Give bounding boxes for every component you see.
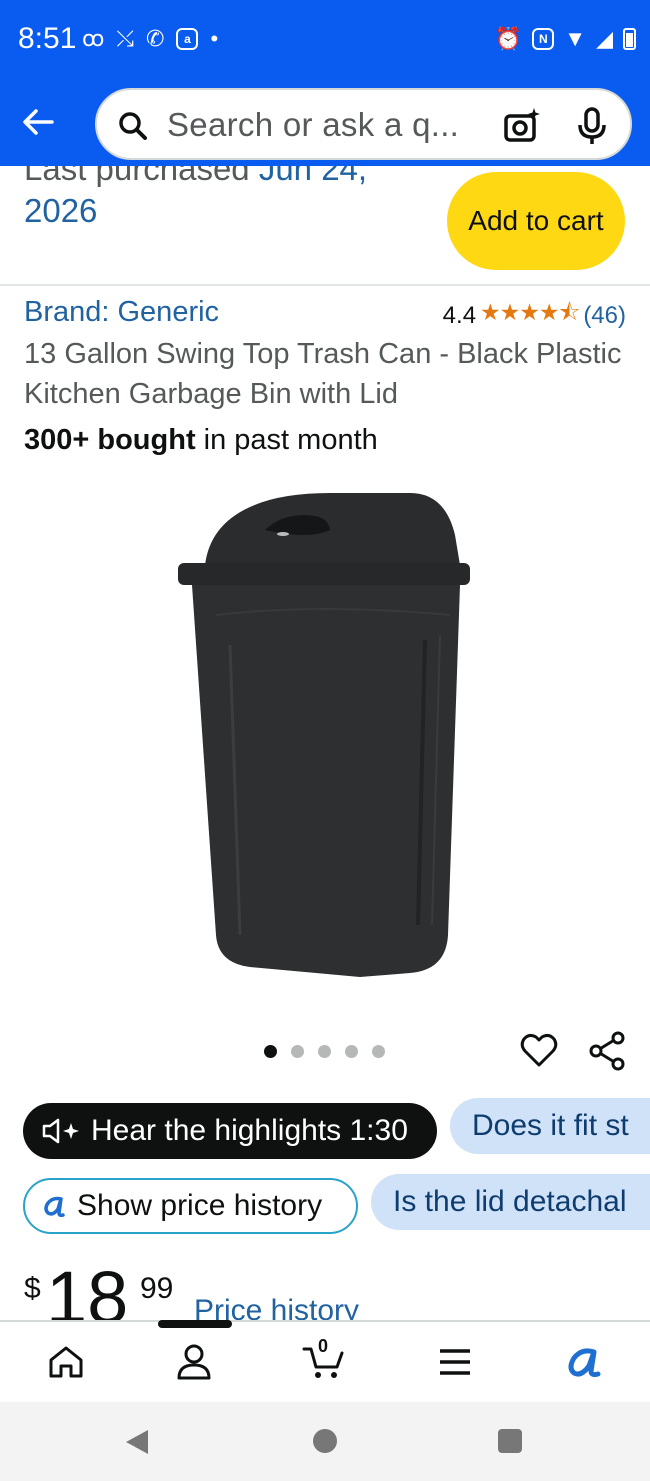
share-icon[interactable]	[588, 1031, 626, 1071]
product-image[interactable]	[170, 485, 480, 985]
app-notification-icon: a	[176, 28, 199, 50]
nfc-icon: N	[532, 28, 555, 50]
nav-home[interactable]	[44, 1340, 88, 1384]
missed-call-icon: ⤯	[116, 26, 135, 51]
battery-icon	[623, 28, 636, 50]
scroll-indicator	[158, 1320, 232, 1328]
signal-icon: ◢	[596, 26, 613, 51]
system-back-icon[interactable]	[126, 1430, 148, 1454]
back-arrow-icon[interactable]	[18, 102, 58, 142]
cart-count: 0	[318, 1336, 329, 1356]
star-rating-icon: ★★★★⯪	[480, 299, 580, 325]
nav-rufus[interactable]	[562, 1340, 606, 1384]
alarm-icon: ⏰	[494, 26, 523, 51]
hear-highlights-chip[interactable]: Hear the highlights 1:30	[23, 1103, 437, 1159]
price-whole: 18	[46, 1258, 129, 1320]
whatsapp-icon: ✆	[146, 26, 165, 51]
show-price-history-label: Show price history	[77, 1189, 323, 1222]
price-currency: $	[24, 1272, 41, 1305]
system-recents-icon[interactable]	[498, 1429, 522, 1453]
add-to-cart-button[interactable]: Add to cart	[447, 172, 625, 270]
review-count[interactable]: (46)	[583, 302, 626, 330]
carousel-dot[interactable]	[318, 1045, 331, 1058]
search-input[interactable]: Search or ask a q...	[167, 106, 459, 144]
menu-icon	[440, 1349, 470, 1375]
product-title: 13 Gallon Swing Top Trash Can - Black Pl…	[24, 338, 622, 410]
question-chip-lid[interactable]: Is the lid detachal	[371, 1174, 650, 1230]
dot-icon: •	[210, 26, 219, 51]
nav-menu[interactable]	[433, 1340, 477, 1384]
microphone-icon[interactable]	[576, 106, 608, 146]
bought-count-bold: 300+ bought	[24, 424, 196, 456]
purchase-history-row: Last purchased Jun 24, 2026 Add to cart	[0, 166, 650, 286]
nav-account[interactable]	[172, 1340, 216, 1384]
last-purchased-text[interactable]: Last purchased Jun 24, 2026	[24, 166, 367, 232]
search-bar[interactable]: Search or ask a q...	[95, 88, 632, 160]
status-time: 8:51	[18, 22, 77, 55]
price-history-link[interactable]: Price history	[194, 1294, 359, 1320]
rufus-icon	[41, 1193, 67, 1219]
question-chip-fit[interactable]: Does it fit st	[450, 1098, 650, 1154]
camera-search-icon[interactable]	[502, 106, 542, 146]
price-block: $ 18 99 Price history	[24, 1258, 424, 1320]
show-price-history-chip[interactable]: Show price history	[23, 1178, 358, 1234]
rating-value: 4.4	[442, 301, 477, 329]
last-purchased-date: Jun 24,	[258, 166, 368, 187]
image-carousel-indicator[interactable]	[264, 1045, 385, 1058]
speaker-sparkle-icon	[41, 1117, 81, 1145]
brand-link[interactable]: Brand: Generic	[24, 296, 219, 329]
bought-count-rest: in past month	[195, 424, 378, 456]
carousel-dot[interactable]	[291, 1045, 304, 1058]
status-bar: 8:51 ꝏ ⤯ ✆ a • ⏰ N ▼ ◢	[0, 0, 650, 84]
bought-count: 300+ bought in past month	[24, 424, 378, 457]
voicemail-icon: ꝏ	[82, 26, 105, 51]
carousel-dot[interactable]	[345, 1045, 358, 1058]
last-purchased-label: Last purchased	[24, 166, 259, 187]
notification-icons: ꝏ ⤯ ✆ a •	[82, 26, 218, 52]
bottom-navigation: 0	[0, 1320, 650, 1402]
nav-cart[interactable]: 0	[302, 1336, 346, 1384]
rating-summary[interactable]: 4.4 ★★★★⯪ (46)	[443, 296, 626, 335]
system-home-icon[interactable]	[313, 1429, 337, 1453]
hear-highlights-label: Hear the highlights 1:30	[91, 1114, 408, 1147]
rufus-icon	[568, 1348, 601, 1378]
wifi-icon: ▼	[564, 26, 587, 51]
last-purchased-year: 2026	[24, 192, 98, 229]
carousel-dot[interactable]	[264, 1045, 277, 1058]
heart-icon[interactable]	[520, 1031, 558, 1069]
account-icon	[177, 1344, 211, 1380]
price-fraction: 99	[140, 1272, 174, 1305]
search-header: Search or ask a q...	[0, 84, 650, 166]
search-icon	[119, 112, 147, 140]
system-navigation-bar	[0, 1402, 650, 1481]
system-icons: ⏰ N ▼ ◢	[495, 26, 636, 52]
home-icon	[49, 1346, 83, 1378]
carousel-dot[interactable]	[372, 1045, 385, 1058]
